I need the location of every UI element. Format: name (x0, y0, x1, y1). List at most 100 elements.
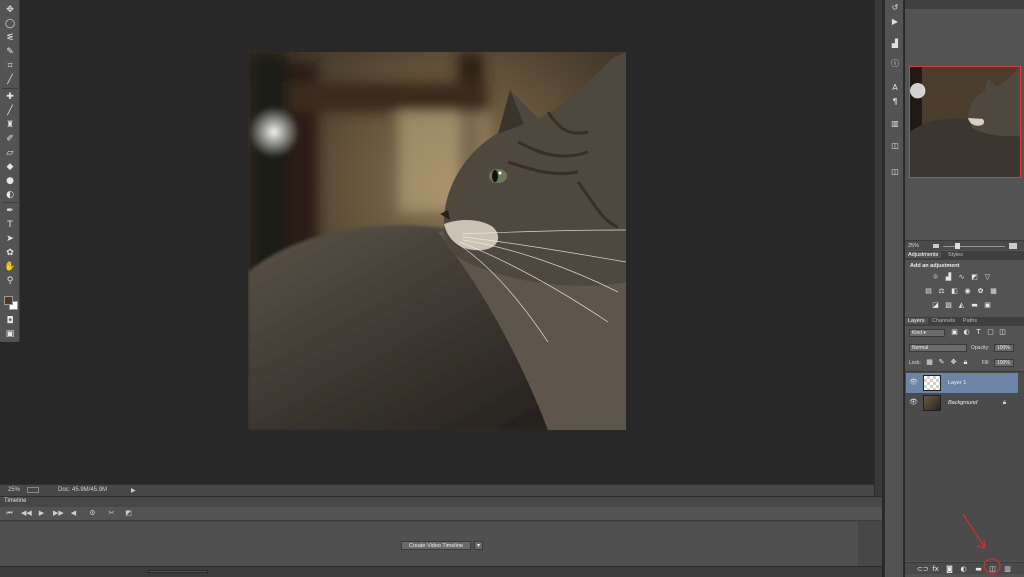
layer-style-fx-icon[interactable]: fx (931, 565, 940, 574)
settings-icon[interactable]: ⚙ (88, 509, 97, 518)
layer-name[interactable]: Background (948, 400, 977, 406)
add-mask-icon[interactable]: ◙ (945, 565, 954, 574)
gradient-map-icon[interactable]: ▬ (970, 301, 979, 310)
history-brush-tool-icon[interactable]: ✐ (3, 133, 17, 145)
lasso-tool-icon[interactable]: ᓬ (3, 32, 17, 44)
timeline-dropdown-icon[interactable]: ▾ (474, 541, 483, 550)
layer-kind-filter[interactable]: Kind ▾ (909, 329, 945, 337)
timeline-tab[interactable]: Timeline (2, 498, 28, 506)
type-tool-icon[interactable]: T (3, 219, 17, 231)
vertical-scrollbar[interactable] (874, 0, 882, 496)
link-layers-icon[interactable]: ⊂⊃ (917, 565, 929, 574)
curves-icon[interactable]: ∿ (957, 273, 966, 282)
annotation-arrow-icon (962, 513, 1001, 574)
channel-mixer-icon[interactable]: ✿ (976, 287, 985, 296)
navigator-slider-thumb[interactable] (955, 243, 960, 249)
crop-tool-icon[interactable]: ⌗ (3, 60, 17, 72)
exposure-icon[interactable]: ◩ (970, 273, 979, 282)
blend-mode-select[interactable]: Normal (909, 344, 967, 352)
quick-mask-icon[interactable]: ◘ (3, 315, 17, 327)
paint-bucket-tool-icon[interactable]: ◆ (3, 161, 17, 173)
lock-all-icon[interactable]: 🔒︎ (961, 358, 970, 367)
color-lookup-icon[interactable]: ▦ (989, 287, 998, 296)
next-frame-icon[interactable]: ▶▶ (53, 509, 64, 518)
color-balance-icon[interactable]: ⚖ (937, 287, 946, 296)
healing-brush-tool-icon[interactable]: ✚ (3, 91, 17, 103)
brush-panel-icon[interactable]: ▥ (889, 118, 901, 130)
filter-smart-object-icon[interactable]: ◫ (998, 328, 1007, 337)
fill-label: Fill: (982, 360, 990, 366)
previous-frame-icon[interactable]: ◀◀ (21, 509, 32, 518)
create-video-timeline-button[interactable]: Create Video Timeline (401, 541, 471, 550)
navigator-zoom-value[interactable]: 25% (908, 243, 919, 249)
pen-tool-icon[interactable]: ✒ (3, 205, 17, 217)
info-icon[interactable]: ⓘ (889, 58, 901, 70)
tab-styles[interactable]: Styles (948, 252, 963, 258)
brightness-contrast-icon[interactable]: ☼ (931, 273, 940, 282)
history-icon[interactable]: ↺ (889, 2, 901, 14)
vibrance-icon[interactable]: ▽ (983, 273, 992, 282)
navigator-zoom-slider[interactable] (943, 246, 1005, 247)
fill-field[interactable]: 100% (994, 359, 1014, 367)
tab-adjustments[interactable]: Adjustments (905, 252, 942, 258)
play-icon[interactable]: ▶ (37, 509, 46, 518)
zoom-in-icon[interactable] (1009, 243, 1017, 249)
filter-shape-icon[interactable]: ▢ (986, 328, 995, 337)
character-icon[interactable]: A (889, 82, 901, 94)
shape-tool-icon[interactable]: ✿ (3, 247, 17, 259)
layer-name[interactable]: Layer 1 (948, 380, 966, 386)
eyedropper-tool-icon[interactable]: ╱ (3, 74, 17, 86)
visibility-eye-icon[interactable]: 👁︎ (909, 378, 918, 387)
eraser-tool-icon[interactable]: ▱ (3, 147, 17, 159)
threshold-icon[interactable]: ◭ (957, 301, 966, 310)
split-clip-icon[interactable]: ✂ (107, 509, 116, 518)
status-menu-arrow-icon[interactable]: ▶ (131, 487, 136, 494)
tool-presets-icon[interactable]: ◫ (889, 166, 901, 178)
document-canvas[interactable] (248, 52, 626, 430)
photo-filter-icon[interactable]: ◉ (963, 287, 972, 296)
zoom-field-icon[interactable] (27, 487, 39, 493)
marquee-tool-icon[interactable]: ◯ (3, 18, 17, 30)
timeline-zoom-slider[interactable] (148, 570, 208, 573)
transition-icon[interactable]: ◩ (124, 509, 133, 518)
first-frame-icon[interactable]: ⏮ (5, 509, 14, 518)
screen-mode-icon[interactable]: ▣ (3, 328, 17, 340)
move-tool-icon[interactable]: ✥ (3, 4, 17, 16)
posterize-icon[interactable]: ▨ (944, 301, 953, 310)
tab-layers[interactable]: Layers (905, 318, 928, 324)
lock-position-icon[interactable]: ✥ (949, 358, 958, 367)
clone-source-icon[interactable]: ◫ (889, 140, 901, 152)
blur-tool-icon[interactable]: ● (3, 175, 17, 187)
black-white-icon[interactable]: ◧ (950, 287, 959, 296)
lock-transparency-icon[interactable]: ▦ (925, 358, 934, 367)
path-selection-tool-icon[interactable]: ➤ (3, 233, 17, 245)
opacity-field[interactable]: 100% (994, 344, 1014, 352)
quick-select-tool-icon[interactable]: ✎ (3, 46, 17, 58)
foreground-color-swatch[interactable] (4, 296, 13, 305)
zoom-out-icon[interactable] (933, 244, 939, 248)
hand-tool-icon[interactable]: ✋ (3, 261, 17, 273)
filter-adjustment-icon[interactable]: ◐ (962, 328, 971, 337)
invert-icon[interactable]: ◪ (931, 301, 940, 310)
zoom-tool-icon[interactable]: ⚲ (3, 275, 17, 287)
tab-paths[interactable]: Paths (963, 318, 977, 324)
tab-channels[interactable]: Channels (932, 318, 955, 324)
audio-icon[interactable]: ◀ (69, 509, 78, 518)
brush-tool-icon[interactable]: ╱ (3, 105, 17, 117)
clone-stamp-tool-icon[interactable]: ♜ (3, 119, 17, 131)
lock-pixels-icon[interactable]: ✎ (937, 358, 946, 367)
filter-pixel-icon[interactable]: ▣ (950, 328, 959, 337)
dodge-tool-icon[interactable]: ◐ (3, 189, 17, 201)
filter-type-icon[interactable]: T (974, 328, 983, 337)
actions-icon[interactable]: ▶ (889, 16, 901, 28)
hue-saturation-icon[interactable]: ▤ (924, 287, 933, 296)
visibility-eye-icon[interactable]: 👁︎ (909, 398, 918, 407)
zoom-level[interactable]: 25% (8, 487, 20, 493)
selective-color-icon[interactable]: ▣ (983, 301, 992, 310)
layer-row-layer-1[interactable]: 👁︎ Layer 1 (906, 373, 1018, 393)
histogram-icon[interactable]: ▟ (889, 38, 901, 50)
paragraph-icon[interactable]: ¶ (889, 96, 901, 108)
layer-row-background[interactable]: 👁︎ Background 🔒︎ (906, 393, 1018, 413)
levels-icon[interactable]: ▟ (944, 273, 953, 282)
navigator-thumbnail[interactable] (909, 66, 1021, 178)
